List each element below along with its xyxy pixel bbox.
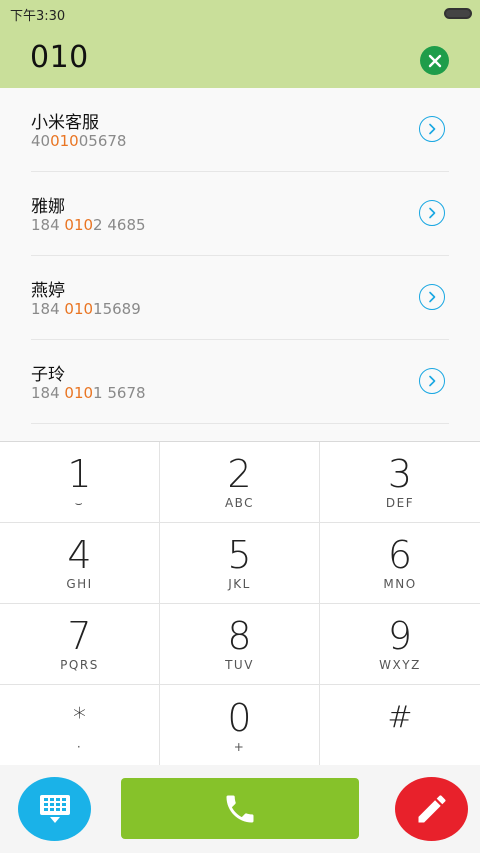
contact-name: 燕婷 [31, 281, 65, 301]
key-7[interactable]: 7 PQRS [0, 604, 160, 685]
contact-number: 184 0102 4685 [31, 216, 146, 234]
key-8[interactable]: 8 TUV [160, 604, 320, 685]
battery-icon [444, 8, 472, 19]
number-match-highlight: 010 [64, 300, 94, 318]
key-5[interactable]: 5 JKL [160, 523, 320, 604]
dialpad-icon [39, 795, 70, 823]
contact-row[interactable]: 子玲 184 0101 5678 [0, 340, 480, 424]
key-2[interactable]: 2 ABC [160, 442, 320, 523]
key-hash[interactable]: # [320, 685, 480, 766]
contact-detail-button[interactable] [419, 116, 445, 142]
chevron-right-icon [429, 291, 436, 303]
pencil-icon [418, 795, 445, 823]
contact-name: 雅娜 [31, 197, 65, 217]
dialed-number-bar: 010 [0, 26, 480, 88]
call-button[interactable] [121, 778, 359, 839]
edit-number-button[interactable] [395, 777, 468, 841]
close-icon [428, 54, 441, 67]
chevron-right-icon [429, 123, 436, 135]
bottom-action-bar [0, 765, 480, 853]
clear-button[interactable] [420, 46, 449, 75]
contact-number: 184 01015689 [31, 300, 141, 318]
row-divider [31, 423, 449, 424]
contact-row[interactable]: 雅娜 184 0102 4685 [0, 172, 480, 256]
key-3[interactable]: 3 DEF [320, 442, 480, 523]
contact-row[interactable]: 小米客服 4001005678 [0, 88, 480, 172]
chevron-right-icon [429, 207, 436, 219]
key-4[interactable]: 4 GHI [0, 523, 160, 604]
phone-icon [226, 795, 254, 822]
chevron-right-icon [429, 375, 436, 387]
key-9[interactable]: 9 WXYZ [320, 604, 480, 685]
contact-number: 4001005678 [31, 132, 127, 150]
key-0[interactable]: 0 + [160, 685, 320, 766]
contact-detail-button[interactable] [419, 200, 445, 226]
contact-name: 子玲 [31, 365, 65, 385]
contact-row[interactable]: 燕婷 184 01015689 [0, 256, 480, 340]
key-1[interactable]: 1 ⌣ [0, 442, 160, 523]
contact-detail-button[interactable] [419, 284, 445, 310]
number-match-highlight: 010 [64, 216, 94, 234]
contact-name: 小米客服 [31, 113, 99, 133]
contact-detail-button[interactable] [419, 368, 445, 394]
contact-results-list: 小米客服 4001005678 雅娜 184 0102 4685 燕婷 184 … [0, 88, 480, 441]
key-star[interactable]: * · [0, 685, 160, 766]
dial-keypad: 1 ⌣ 2 ABC 3 DEF 4 GHI 5 JKL 6 MNO 7 PQRS… [0, 441, 480, 766]
status-time: 下午3:30 [10, 9, 66, 24]
number-match-highlight: 010 [50, 132, 79, 150]
dialpad-toggle-button[interactable] [18, 777, 91, 841]
voicemail-icon: ⌣ [74, 495, 85, 510]
key-6[interactable]: 6 MNO [320, 523, 480, 604]
contact-number: 184 0101 5678 [31, 384, 146, 402]
number-match-highlight: 010 [64, 384, 94, 402]
status-bar: 下午3:30 [0, 0, 480, 26]
dialed-number[interactable]: 010 [30, 40, 89, 75]
